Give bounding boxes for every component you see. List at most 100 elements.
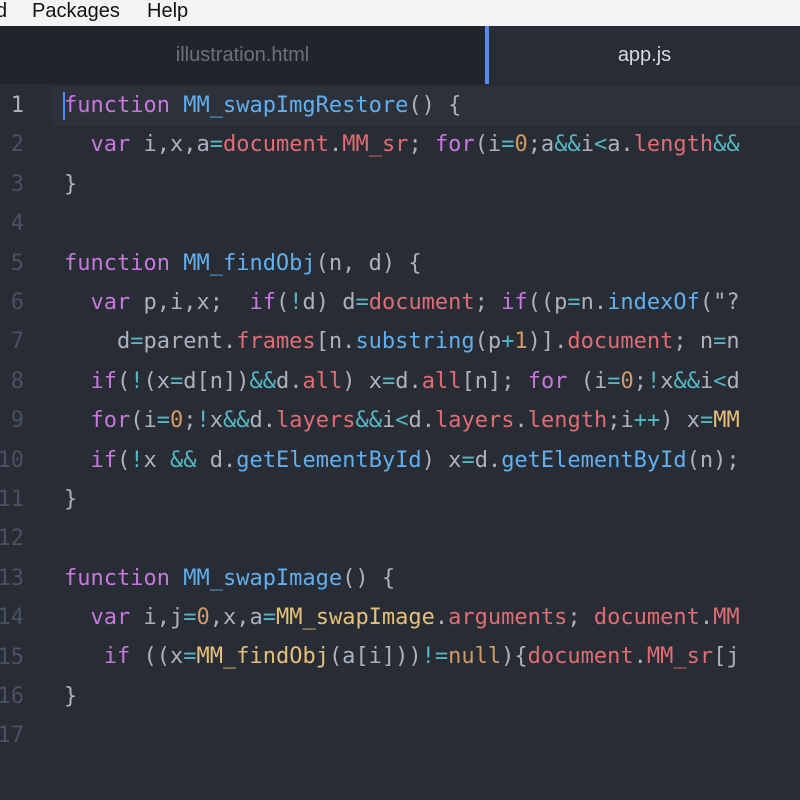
code-token: MM_findObj (196, 644, 329, 670)
code-token: i (381, 408, 396, 434)
menu-item-help[interactable]: Help (147, 0, 188, 23)
code-token: ("? (699, 289, 740, 315)
code-line: for(i=0;!x&&d.layers&&i<d.layers.length;… (64, 401, 740, 440)
code-token: MM_swapImage (275, 605, 435, 631)
code-token: && (554, 132, 581, 158)
code-token: if (249, 289, 276, 315)
code-token: = (699, 408, 714, 434)
code-token: document (368, 289, 475, 315)
code-line: function MM_swapImgRestore() { (64, 86, 740, 125)
code-token: } (64, 486, 78, 512)
code-token: i (580, 132, 594, 158)
code-token: n (726, 329, 740, 355)
tab-app-js[interactable]: app.js (485, 26, 800, 84)
code-token: . (328, 132, 343, 158)
code-token: = (501, 132, 515, 158)
code-token: = (130, 329, 144, 355)
code-token: 0 (514, 132, 528, 158)
code-token: document (527, 644, 634, 670)
code-token: var (90, 289, 131, 315)
code-token: (n, d) { (315, 250, 422, 276)
code-token: (i (130, 408, 157, 434)
code-line: var p,i,x; if(!d) d=document; if((p=n.in… (64, 283, 740, 322)
line-number: 8 (10, 368, 24, 394)
code-editor[interactable]: 1 2 3 4 5 6 7 8 9 10 11 12 13 14 15 16 17 function MM_sw… (0, 84, 800, 800)
code-token: MM_sr (342, 132, 409, 158)
code-token: document (222, 132, 329, 158)
code-token: var (90, 132, 131, 158)
code-token: ! (289, 289, 303, 315)
code-token: ((p (527, 289, 568, 315)
code-token: if (103, 644, 131, 670)
code-token: for (527, 368, 568, 394)
code-token: )]. (527, 329, 568, 355)
line-number: 16 (0, 684, 24, 709)
code-token: && (170, 447, 197, 473)
code-token: if (501, 289, 528, 315)
code-line: ​ (64, 519, 740, 558)
code-token: x (209, 408, 223, 434)
code-token: . (434, 605, 449, 631)
code-token: MM (713, 408, 740, 434)
code-token: () { (408, 93, 462, 118)
code-line: } (64, 165, 740, 204)
code-token: (p (474, 329, 502, 355)
code-line: if ((x=MM_findObj(a[i]))!=null){document… (64, 637, 740, 676)
code-token: MM_swapImage (183, 565, 343, 591)
code-token: parent. (143, 329, 237, 355)
code-token: function (64, 250, 170, 276)
code-line: if(!x && d.getElementById) x=d.getElemen… (64, 441, 740, 480)
code-token: [n. (315, 329, 356, 355)
line-number: 1 (10, 93, 24, 118)
code-token: } (64, 683, 78, 709)
line-number: 11 (0, 487, 24, 512)
code-line: } (64, 480, 740, 519)
code-token: . (514, 408, 528, 434)
code-token: = (262, 605, 276, 631)
code-token: function (64, 565, 170, 591)
code-token: d. (275, 368, 303, 394)
line-number: 13 (0, 565, 24, 591)
code-token: ; n (673, 329, 714, 355)
code-line: ​ (64, 716, 740, 755)
code-token: x (660, 368, 674, 394)
menu-item-view[interactable]: d (0, 0, 7, 23)
code-token: layers (434, 408, 515, 434)
menu-bar: d Packages Help (0, 0, 800, 26)
code-token: d. (474, 447, 502, 473)
code-token: 1 (514, 329, 528, 355)
code-token: getElementById (501, 447, 687, 473)
line-number: 2 (10, 132, 24, 158)
code-token: p,i,x; (130, 289, 250, 315)
code-token: ! (130, 368, 144, 394)
code-token: () { (342, 565, 396, 591)
text-cursor (63, 92, 65, 120)
code-token: length (633, 132, 714, 158)
code-token: d. (408, 408, 435, 434)
code-token: x (143, 447, 170, 473)
code-token: && (249, 368, 276, 394)
code-token: . (633, 644, 647, 670)
line-number: 4 (10, 211, 24, 237)
code-token: layers (276, 408, 356, 434)
code-token: if (90, 368, 118, 394)
code-token: substring (355, 329, 475, 355)
code-token: d) d (302, 289, 356, 315)
line-number: 17 (0, 723, 24, 749)
code-content[interactable]: function MM_swapImgRestore() { var i,x,a… (64, 86, 740, 756)
code-token: = (567, 289, 581, 315)
code-token: ;i (607, 408, 634, 434)
code-token: 0 (196, 605, 210, 631)
code-token: = (183, 644, 197, 670)
menu-item-packages[interactable]: Packages (32, 0, 120, 23)
code-token: d. (395, 368, 422, 394)
line-number: 15 (0, 644, 24, 670)
code-token: ! (130, 447, 144, 473)
code-token: all (302, 368, 343, 394)
tab-illustration-html[interactable]: illustration.html (0, 26, 485, 84)
